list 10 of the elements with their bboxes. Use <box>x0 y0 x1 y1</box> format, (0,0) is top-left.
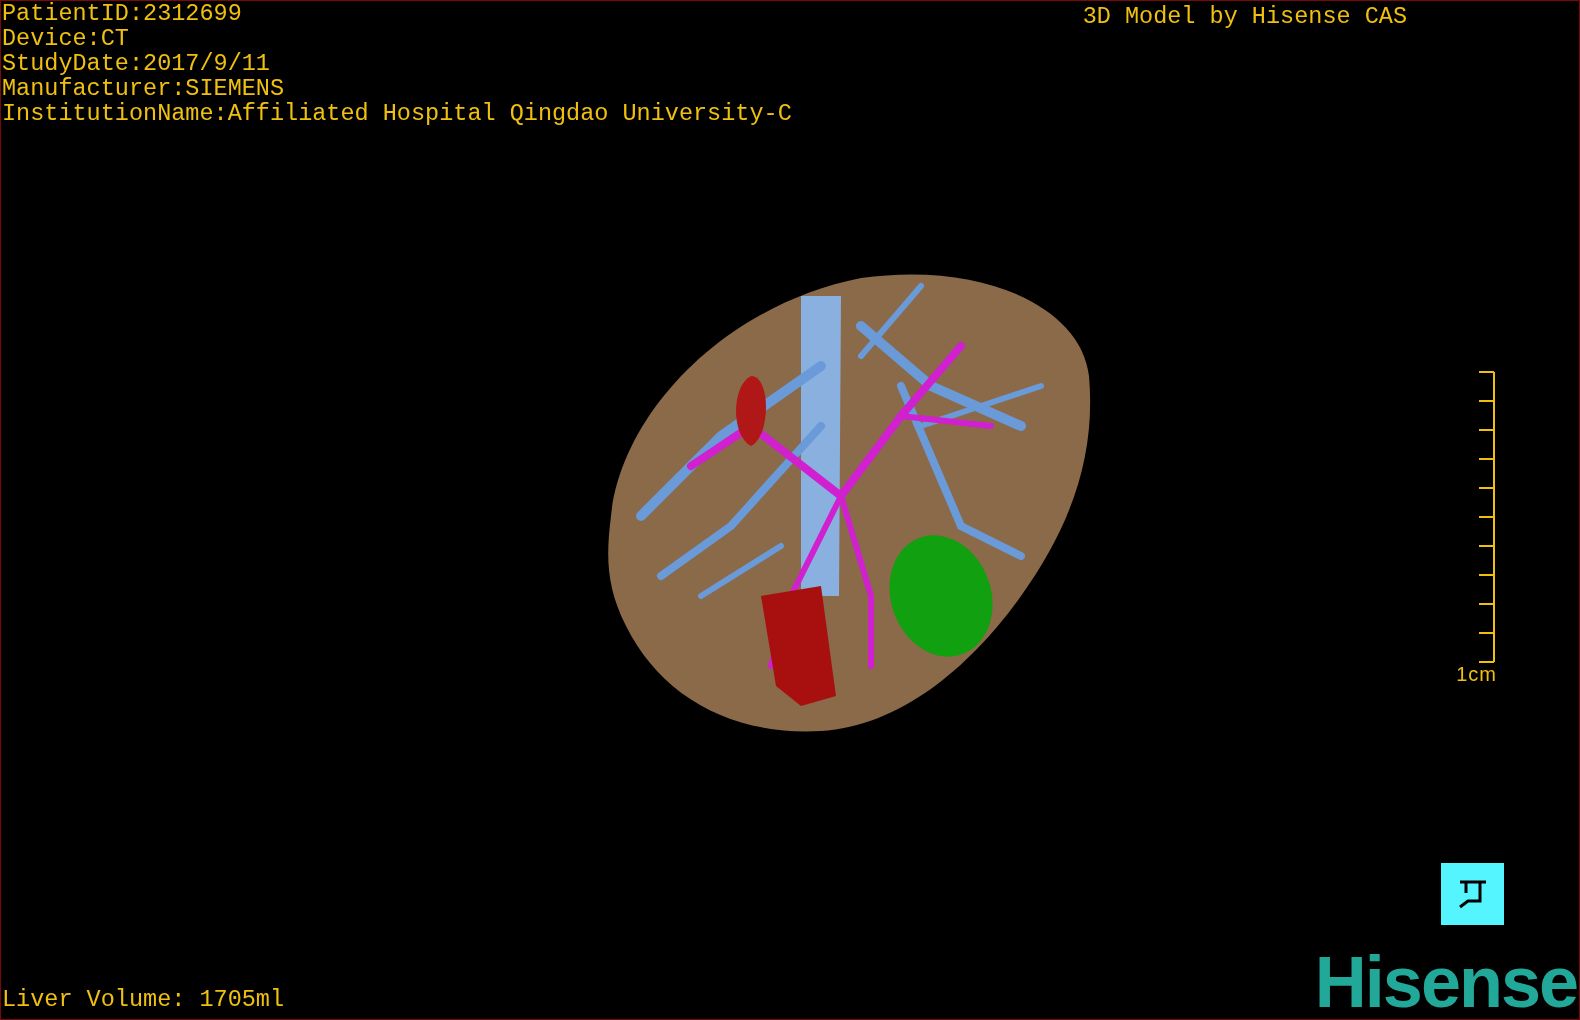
study-info-line: Device:CT <box>2 26 130 51</box>
study-info-line: PatientID:2312699 <box>2 1 243 26</box>
scale-label: 1cm <box>1456 663 1497 685</box>
study-info-line: StudyDate:2017/9/11 <box>2 51 271 76</box>
brand-logo: Hisense <box>1314 951 1577 1013</box>
study-info-line: InstitutionName:Affiliated Hospital Qingdao University-C <box>2 101 792 126</box>
model-title: 3D Model by Hisense CAS <box>1082 4 1407 29</box>
liver-volume: Liver Volume: 1705ml <box>1 987 285 1013</box>
orientation-button[interactable] <box>1441 863 1504 925</box>
study-info-line: Manufacturer:SIEMENS <box>2 76 286 101</box>
